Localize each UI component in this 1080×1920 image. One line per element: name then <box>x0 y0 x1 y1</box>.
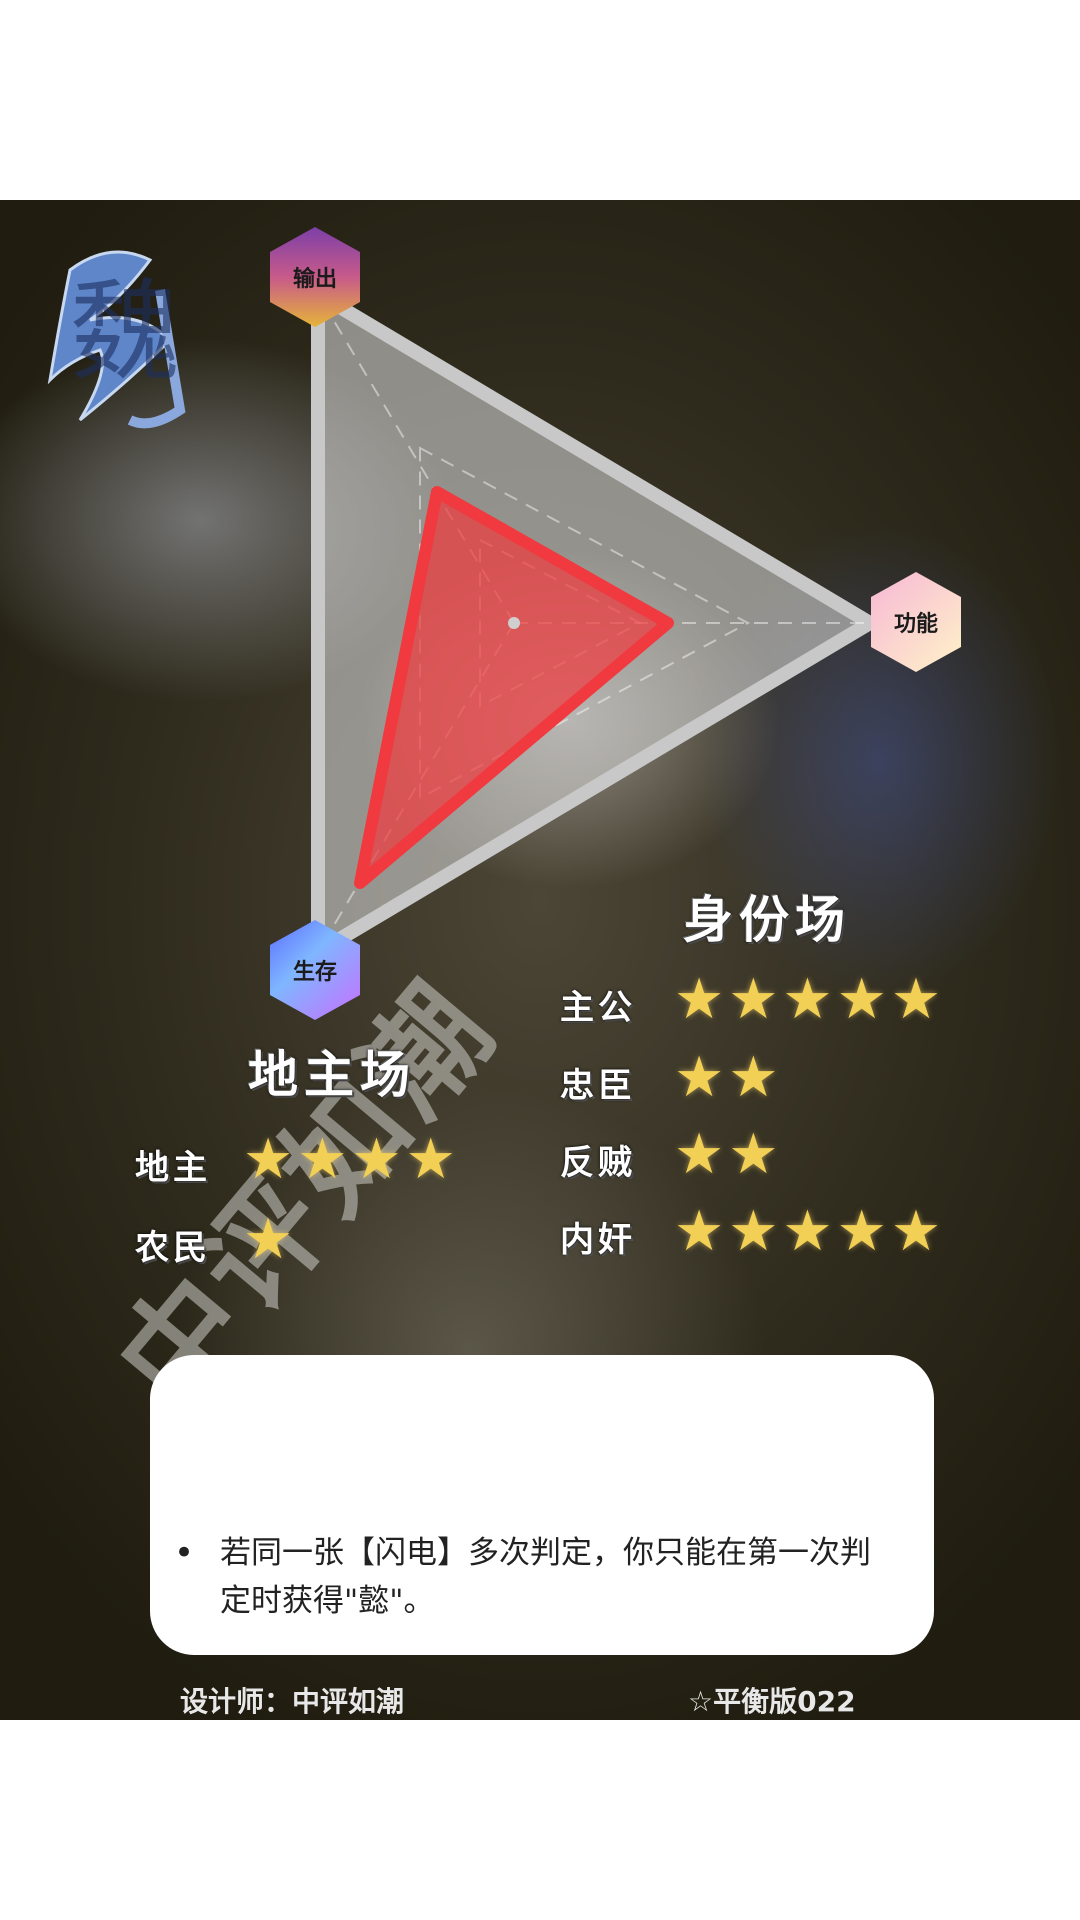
role-stars-loyalist: ★★ <box>674 1045 783 1110</box>
radar-center-dot <box>508 617 520 629</box>
identity-mode-title: 身份场 <box>683 891 851 949</box>
role-stars-traitor: ★★★★★ <box>674 1199 946 1264</box>
axis-label-function: 功能 <box>893 611 938 637</box>
bullet-icon: • <box>174 1533 195 1573</box>
hero-card: 魏 输出 功能 生存 中评如潮 身份场 主公 ★★★★★ 忠臣 ★★ 反贼 ★★… <box>0 200 1080 1720</box>
role-label-traitor: 内奸 <box>560 1220 636 1260</box>
version-tag: ☆平衡版022 <box>688 1685 856 1718</box>
landlord-mode-title: 地主场 <box>248 1046 416 1104</box>
role-label-landlord: 地主 <box>135 1148 211 1188</box>
role-label-farmer: 农民 <box>135 1228 211 1268</box>
skill-note: • 若同一张【闪电】多次判定，你只能在第一次判定时获得"懿"。 <box>174 1529 894 1625</box>
skill-note-text: 若同一张【闪电】多次判定，你只能在第一次判定时获得"懿"。 <box>220 1535 871 1619</box>
role-stars-lord: ★★★★★ <box>674 967 946 1032</box>
role-stars-farmer: ★ <box>243 1207 298 1272</box>
axis-label-output: 输出 <box>292 266 337 292</box>
role-stars-rebel: ★★ <box>674 1122 783 1187</box>
role-label-loyalist: 忠臣 <box>560 1066 636 1106</box>
axis-label-survival: 生存 <box>292 959 337 985</box>
role-stars-landlord: ★★★★ <box>243 1127 460 1192</box>
role-label-lord: 主公 <box>560 988 636 1028</box>
skill-text-box: • 若同一张【闪电】多次判定，你只能在第一次判定时获得"懿"。 <box>150 1355 934 1655</box>
role-label-rebel: 反贼 <box>560 1143 636 1183</box>
designer-credit: 设计师：中评如潮 <box>180 1685 405 1718</box>
